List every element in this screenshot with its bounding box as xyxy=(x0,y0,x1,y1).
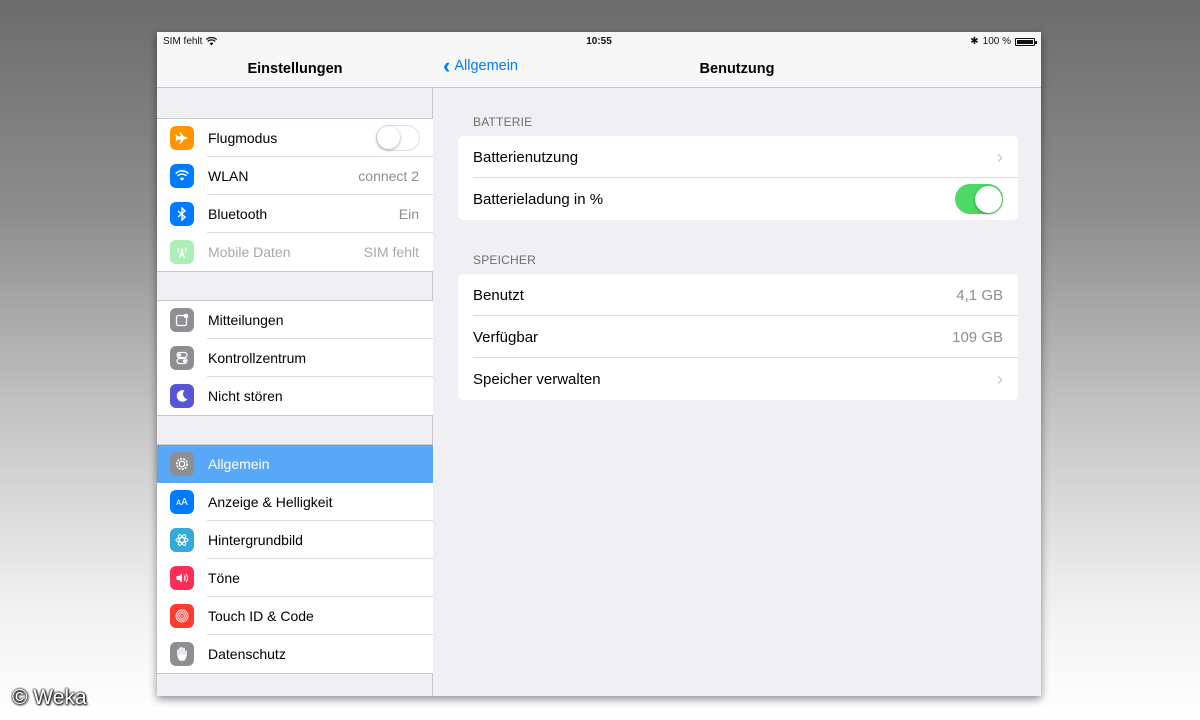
sidebar-item-bluetooth[interactable]: Bluetooth Ein xyxy=(157,195,433,233)
airplane-icon xyxy=(170,126,194,150)
sidebar-item-label: Flugmodus xyxy=(208,130,278,146)
sidebar-item-flugmodus[interactable]: Flugmodus xyxy=(157,119,433,157)
chevron-right-icon: › xyxy=(997,146,1003,167)
sidebar-item-label: Anzeige & Helligkeit xyxy=(208,494,333,510)
moon-icon xyxy=(170,384,194,408)
status-bar: SIM fehlt 10:55 ✱ 100 % xyxy=(157,32,1041,50)
row-label: Batterieladung in % xyxy=(473,190,604,208)
display-icon: ᴀA xyxy=(170,490,194,514)
sidebar-item-label: Datenschutz xyxy=(208,646,286,662)
list-item-benutzt: Benutzt 4,1 GB xyxy=(458,274,1018,316)
sidebar-item-label: Touch ID & Code xyxy=(208,608,314,624)
notifications-icon xyxy=(170,308,194,332)
row-label: Benutzt xyxy=(473,286,524,304)
sidebar-item-label: Töne xyxy=(208,570,240,586)
sidebar-item-touch-id-code[interactable]: Touch ID & Code xyxy=(157,597,433,635)
sidebar-item-label: Nicht stören xyxy=(208,388,283,404)
sidebar-item-mitteilungen[interactable]: Mitteilungen xyxy=(157,301,433,339)
sidebar-item-label: Bluetooth xyxy=(208,206,268,222)
settings-sidebar: Einstellungen Flugmodus WLAN connect 2 B… xyxy=(157,32,433,696)
sidebar-item-allgemein[interactable]: Allgemein xyxy=(157,445,433,483)
sidebar-item-nicht-stoeren[interactable]: Nicht stören xyxy=(157,377,433,415)
battery-level-fill xyxy=(1017,39,1033,44)
list-item-batterieladung: Batterieladung in % xyxy=(458,178,1018,220)
control-center-icon xyxy=(170,346,194,370)
storage-available-value: 109 GB xyxy=(952,328,1003,346)
storage-used-value: 4,1 GB xyxy=(956,286,1003,304)
list-item-speicher-verwalten[interactable]: Speicher verwalten › xyxy=(458,358,1018,400)
section-header-batterie: BATTERIE xyxy=(473,115,533,129)
battery-percent: 100 % xyxy=(982,36,1011,47)
wallpaper-icon xyxy=(170,528,194,552)
status-time: 10:55 xyxy=(586,36,612,47)
watermark: © Weka xyxy=(12,686,87,709)
settings-group-notifications: Mitteilungen Kontrollzentrum Nicht störe… xyxy=(157,300,433,416)
ipad-screen: SIM fehlt 10:55 ✱ 100 % Einstellungen Fl… xyxy=(157,32,1041,696)
toggle-knob xyxy=(377,126,400,149)
page-title: Benutzung xyxy=(699,61,775,77)
hand-icon xyxy=(170,642,194,666)
row-label: Speicher verwalten xyxy=(473,370,601,388)
storage-section: Benutzt 4,1 GB Verfügbar 109 GB Speicher… xyxy=(458,274,1018,400)
sidebar-title: Einstellungen xyxy=(247,61,343,77)
sidebar-item-datenschutz[interactable]: Datenschutz xyxy=(157,635,433,673)
list-item-batterienutzung[interactable]: Batterienutzung › xyxy=(458,136,1018,178)
mobile-data-value: SIM fehlt xyxy=(363,244,419,260)
antenna-icon xyxy=(170,240,194,264)
wifi-signal-icon xyxy=(206,37,218,46)
section-header-speicher: SPEICHER xyxy=(473,253,536,267)
fingerprint-icon xyxy=(170,604,194,628)
sidebar-item-toene[interactable]: Töne xyxy=(157,559,433,597)
chevron-right-icon: › xyxy=(997,368,1003,389)
wifi-icon xyxy=(170,164,194,188)
sidebar-item-hintergrundbild[interactable]: Hintergrundbild xyxy=(157,521,433,559)
sidebar-item-mobile-daten[interactable]: Mobile Daten SIM fehlt xyxy=(157,233,433,271)
bluetooth-status-value: Ein xyxy=(398,206,419,222)
sidebar-item-wlan[interactable]: WLAN connect 2 xyxy=(157,157,433,195)
battery-percentage-toggle[interactable] xyxy=(955,184,1003,214)
settings-group-connectivity: Flugmodus WLAN connect 2 Bluetooth Ein M… xyxy=(157,118,433,272)
settings-group-device: Allgemein ᴀA Anzeige & Helligkeit Hinter… xyxy=(157,444,433,674)
speaker-icon xyxy=(170,566,194,590)
wlan-network-value: connect 2 xyxy=(358,168,419,184)
sidebar-item-anzeige-helligkeit[interactable]: ᴀA Anzeige & Helligkeit xyxy=(157,483,433,521)
battery-section: Batterienutzung › Batterieladung in % xyxy=(458,136,1018,220)
carrier-label: SIM fehlt xyxy=(163,36,203,47)
sidebar-item-label: Hintergrundbild xyxy=(208,532,303,548)
battery-icon xyxy=(1015,37,1037,46)
detail-pane: ‹ Allgemein Benutzung BATTERIE Batterien… xyxy=(433,32,1041,696)
toggle-knob xyxy=(974,185,1002,213)
sidebar-item-label: Mobile Daten xyxy=(208,244,291,260)
gear-icon xyxy=(170,452,194,476)
list-item-verfuegbar: Verfügbar 109 GB xyxy=(458,316,1018,358)
row-label: Batterienutzung xyxy=(473,148,579,166)
row-label: Verfügbar xyxy=(473,328,539,346)
bluetooth-icon xyxy=(170,202,194,226)
sidebar-item-kontrollzentrum[interactable]: Kontrollzentrum xyxy=(157,339,433,377)
sidebar-item-label: WLAN xyxy=(208,168,249,184)
sidebar-item-label: Kontrollzentrum xyxy=(208,350,307,366)
airplane-mode-toggle[interactable] xyxy=(376,125,420,151)
sidebar-item-label: Allgemein xyxy=(208,456,270,472)
bluetooth-status-icon: ✱ xyxy=(970,36,979,47)
sidebar-item-label: Mitteilungen xyxy=(208,312,284,328)
